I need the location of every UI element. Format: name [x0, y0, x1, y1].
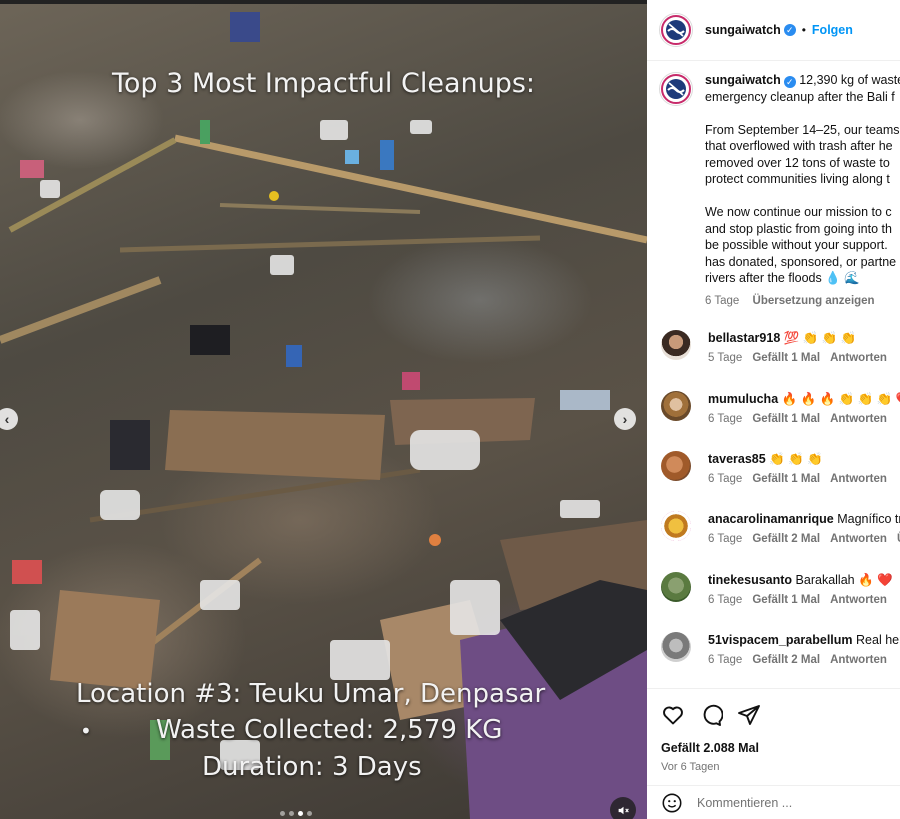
comment-username[interactable]: taveras85 — [708, 452, 766, 466]
comment-avatar[interactable] — [661, 632, 691, 662]
sungaiwatch-logo-icon — [661, 15, 691, 45]
reply-button[interactable]: Antworten — [830, 352, 887, 364]
emoji-icon[interactable] — [661, 792, 683, 814]
comment-item: bellastar918 💯 👏 👏 👏 5 Tage Gefällt 1 Mal… — [661, 330, 900, 364]
comment-composer — [647, 785, 900, 819]
caption-line: 12,390 kg of waste — [799, 73, 900, 87]
comment-username[interactable]: tinekesusanto — [708, 573, 792, 587]
speaker-muted-icon — [618, 806, 629, 814]
caption-username[interactable]: sungaiwatch — [705, 73, 781, 87]
post-actions: Gefällt 2.088 Mal Vor 6 Tagen — [647, 688, 900, 819]
comment-time: 6 Tage — [708, 654, 743, 666]
comment-text: Barakallah 🔥 ❤️ — [795, 573, 893, 587]
follow-button[interactable]: Folgen — [812, 23, 853, 37]
caption-line: be possible without your support. — [705, 238, 888, 252]
comment-item: mumulucha 🔥 🔥 🔥 👏 👏 👏 ❤️ 6 Tage Gefällt 1… — [661, 391, 900, 425]
caption-line: protect communities living along t — [705, 172, 890, 186]
comment-item: 51vispacem_parabellum Real hero 6 Tage Ge… — [661, 632, 900, 666]
comment-time: 6 Tage — [708, 594, 743, 606]
duration-line: Duration: 3 Days — [202, 752, 422, 782]
reply-button[interactable]: Antworten — [830, 413, 887, 425]
comment-avatar[interactable] — [661, 451, 691, 481]
caption-line: rivers after the floods 💧 🌊 — [705, 271, 860, 285]
caption-line: emergency cleanup after the Bali f — [705, 89, 895, 104]
caption-line: and stop plastic from going into th — [705, 221, 892, 236]
verified-badge-icon: ✓ — [783, 24, 796, 36]
action-icons — [661, 703, 761, 727]
comment-likes[interactable]: Gefällt 2 Mal — [752, 533, 820, 545]
carousel-dot-active — [298, 811, 303, 816]
comment-avatar[interactable] — [661, 511, 691, 541]
caption-text: sungaiwatch ✓ 12,390 kg of waste emergenc… — [705, 72, 900, 309]
comment-text: 🔥 🔥 🔥 👏 👏 👏 ❤️ — [781, 392, 900, 406]
comment-text: Real hero — [856, 633, 900, 647]
reply-button[interactable]: Antworten — [830, 654, 887, 666]
reply-button[interactable]: Antworten — [830, 533, 887, 545]
sungaiwatch-logo-icon — [661, 74, 691, 104]
comment-avatar[interactable] — [661, 391, 691, 421]
comment-username[interactable]: mumulucha — [708, 392, 778, 406]
caption-line: has donated, sponsored, or partne — [705, 254, 897, 269]
caption-meta: 6 Tage Übersetzung anzeigen — [705, 293, 900, 310]
comment-likes[interactable]: Gefällt 1 Mal — [752, 352, 820, 364]
caption-time[interactable]: 6 Tage — [705, 295, 739, 307]
comment-text: Magnífico tr — [837, 512, 900, 526]
post-caption: sungaiwatch ✓ 12,390 kg of waste emergenc… — [659, 72, 900, 309]
header-username[interactable]: sungaiwatch — [705, 23, 781, 37]
reply-button[interactable]: Antworten — [830, 473, 887, 485]
comment-item: tinekesusanto Barakallah 🔥 ❤️ 6 Tage Gefä… — [661, 572, 900, 606]
caption-line: We now continue our mission to c — [705, 205, 892, 219]
caption-line: removed over 12 tons of waste to — [705, 155, 890, 170]
caption-avatar[interactable] — [659, 72, 693, 106]
post-date[interactable]: Vor 6 Tagen — [661, 761, 720, 773]
verified-badge-icon: ✓ — [783, 76, 796, 88]
comment-item: anacarolinamanrique Magnífico tr 6 Tage G… — [661, 511, 900, 545]
comment-username[interactable]: 51vispacem_parabellum — [708, 633, 853, 647]
comment-time: 6 Tage — [708, 533, 743, 545]
bullet: • — [80, 719, 92, 743]
comment-bubble-icon[interactable] — [699, 703, 723, 727]
like-count[interactable]: Gefällt 2.088 Mal — [661, 741, 759, 755]
post-side-panel: sungaiwatch ✓ • Folgen sungaiwatch ✓ 12,… — [647, 0, 900, 819]
comment-item: taveras85 👏 👏 👏 6 Tage Gefällt 1 Mal Antwo… — [661, 451, 900, 485]
account-avatar[interactable] — [659, 13, 693, 47]
comment-time: 5 Tage — [708, 352, 743, 364]
caption-line: that overflowed with trash after he — [705, 139, 893, 153]
comment-avatar[interactable] — [661, 330, 691, 360]
caption-line: From September 14–25, our teams — [705, 122, 900, 137]
comment-likes[interactable]: Gefällt 1 Mal — [752, 594, 820, 606]
chevron-left-icon: ‹ — [4, 411, 10, 427]
waste-line: • Waste Collected: 2,579 KG — [70, 712, 570, 749]
comment-time: 6 Tage — [708, 413, 743, 425]
carousel-dot — [307, 811, 312, 816]
next-slide-button[interactable]: › — [614, 408, 636, 430]
send-icon[interactable] — [737, 703, 761, 727]
carousel-dot — [289, 811, 294, 816]
media-title: Top 3 Most Impactful Cleanups: — [111, 68, 536, 99]
carousel-dot — [280, 811, 285, 816]
instagram-post-viewer: Top 3 Most Impactful Cleanups: Location … — [0, 0, 900, 819]
comment-text: 💯 👏 👏 👏 — [783, 331, 857, 345]
location-line: Location #3: Teuku Umar, Denpasar — [76, 679, 546, 709]
comment-username[interactable]: anacarolinamanrique — [708, 512, 834, 526]
post-media[interactable]: Top 3 Most Impactful Cleanups: Location … — [0, 0, 647, 819]
post-header: sungaiwatch ✓ • Folgen — [647, 0, 900, 61]
comment-likes[interactable]: Gefällt 1 Mal — [752, 473, 820, 485]
translate-button[interactable]: Übersetzung anzeigen — [753, 295, 875, 307]
reply-button[interactable]: Antworten — [830, 594, 887, 606]
comment-input[interactable] — [697, 796, 877, 810]
waste-text: Waste Collected: 2,579 KG — [156, 715, 503, 745]
heart-icon[interactable] — [661, 703, 685, 727]
comment-username[interactable]: bellastar918 — [708, 331, 780, 345]
carousel-indicator — [280, 811, 312, 816]
media-caption: Location #3: Teuku Umar, Denpasar • Waste… — [70, 676, 570, 785]
chevron-right-icon: › — [622, 411, 628, 427]
comment-likes[interactable]: Gefällt 1 Mal — [752, 413, 820, 425]
mute-button[interactable] — [610, 797, 636, 819]
comment-text: 👏 👏 👏 — [769, 452, 823, 466]
comment-avatar[interactable] — [661, 572, 691, 602]
header-separator: • — [801, 23, 806, 37]
comment-time: 6 Tage — [708, 473, 743, 485]
comment-likes[interactable]: Gefällt 2 Mal — [752, 654, 820, 666]
